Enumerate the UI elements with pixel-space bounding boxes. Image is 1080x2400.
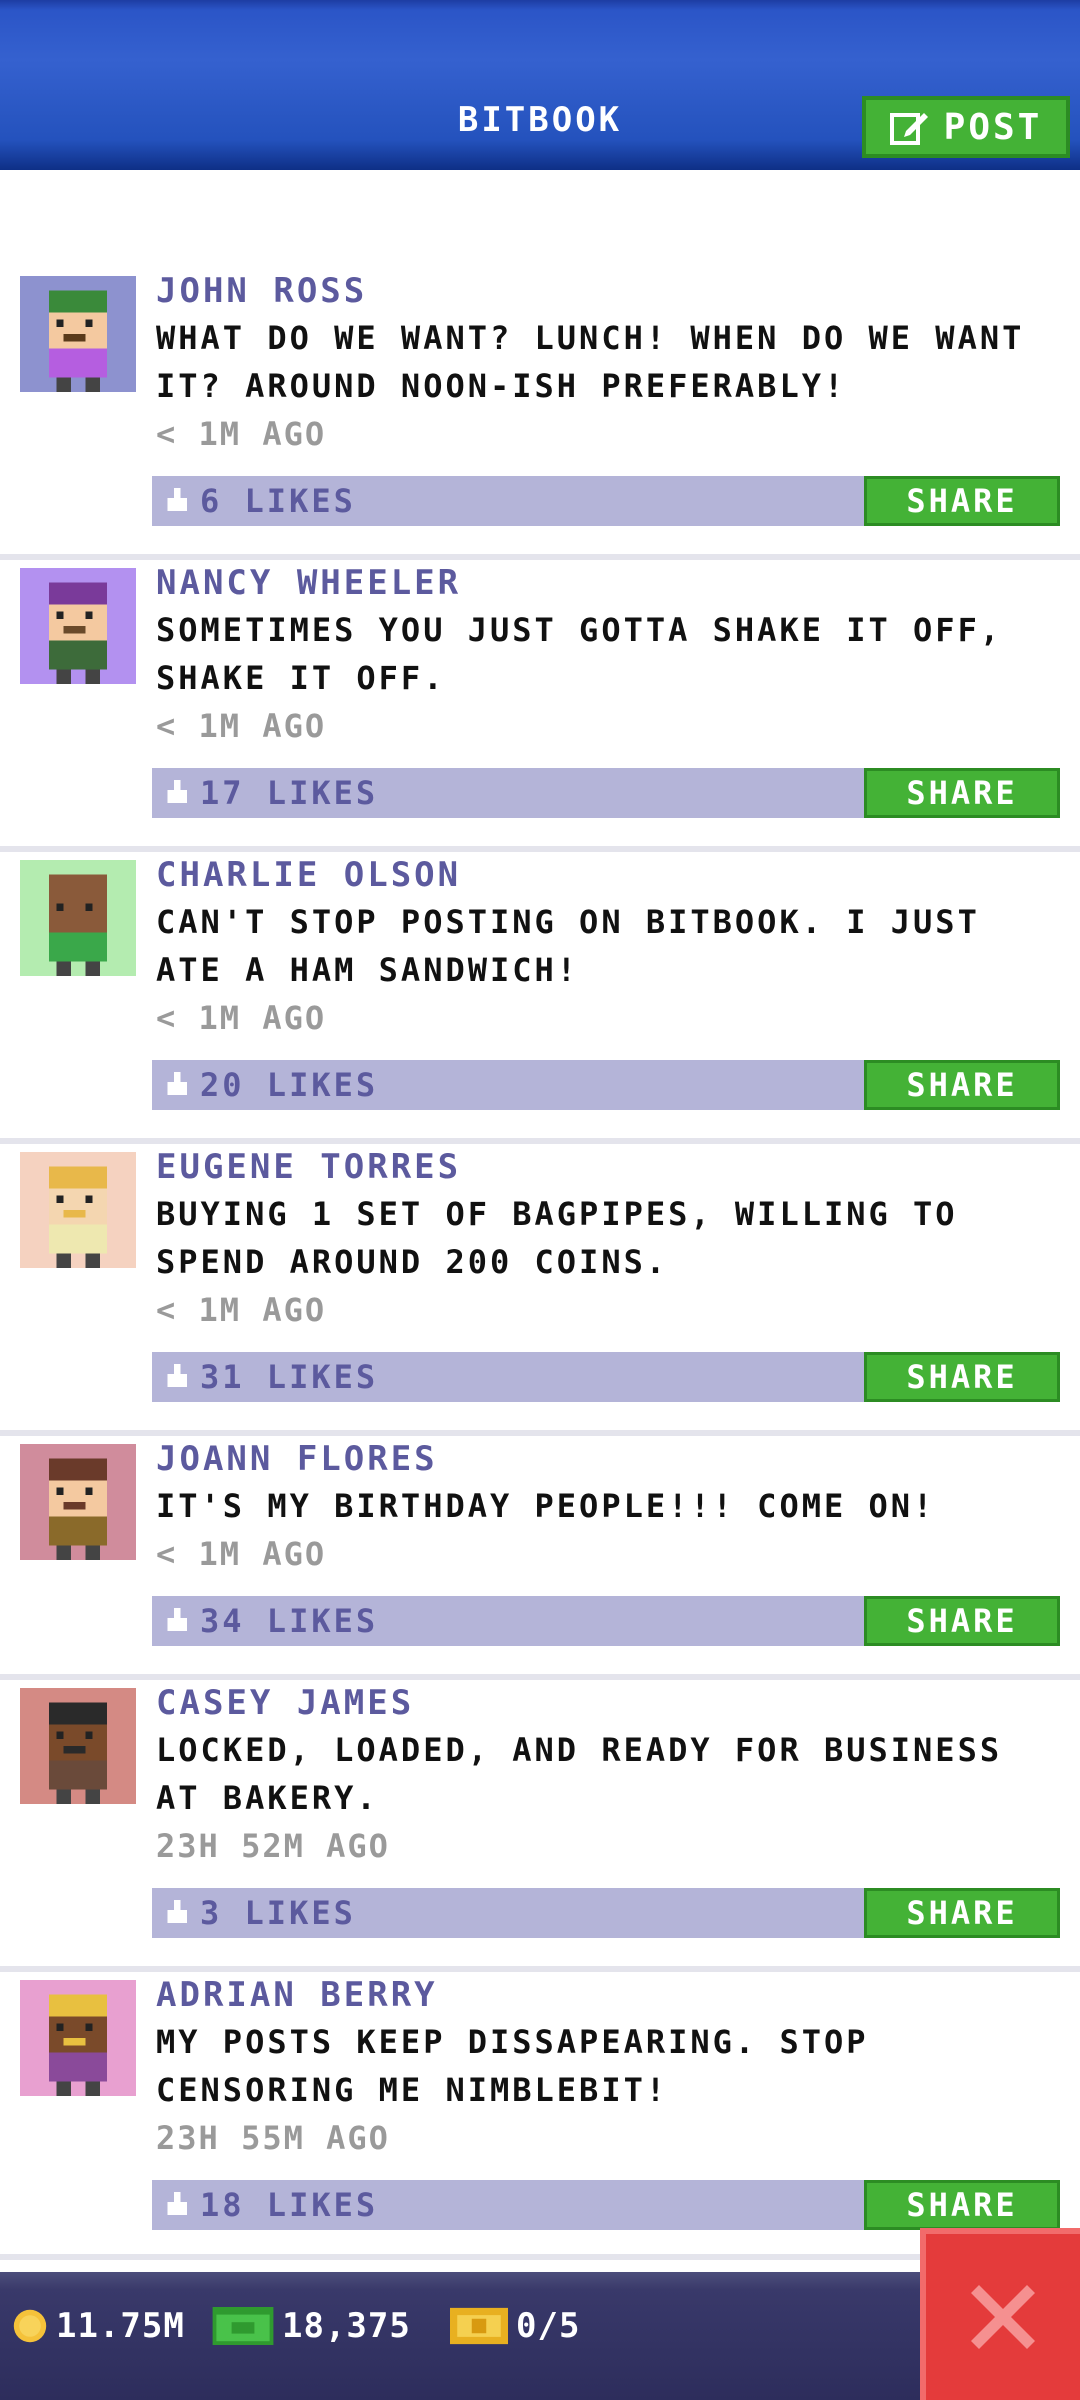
- thumbs-up-icon: [167, 1072, 187, 1095]
- tickets-value: 0/5: [516, 2306, 581, 2346]
- post-body: ADRIAN BERRY MY POSTS KEEP DISSAPEARING. …: [156, 1972, 1062, 2162]
- app-header: BITBOOK POST: [0, 0, 1080, 170]
- avatar[interactable]: [20, 1980, 136, 2096]
- post-button[interactable]: POST: [862, 96, 1070, 158]
- post-timestamp: < 1M AGO: [156, 707, 327, 745]
- post-item: CASEY JAMES LOCKED, LOADED, AND READY FOR…: [0, 1680, 1080, 1972]
- like-button[interactable]: 3 LIKES: [164, 1888, 356, 1938]
- post-body: NANCY WHEELER SOMETIMES YOU JUST GOTTA SH…: [156, 560, 1062, 750]
- share-button[interactable]: SHARE: [864, 2180, 1060, 2230]
- thumbs-up-icon: [167, 488, 187, 511]
- post-timestamp: < 1M AGO: [156, 1535, 327, 1573]
- avatar[interactable]: [20, 860, 136, 976]
- post-item: NANCY WHEELER SOMETIMES YOU JUST GOTTA SH…: [0, 560, 1080, 852]
- post-timestamp: < 1M AGO: [156, 999, 327, 1037]
- post-body: JOHN ROSS WHAT DO WE WANT? LUNCH! WHEN DO…: [156, 268, 1062, 458]
- tickets-stat: 0/5: [450, 2298, 580, 2354]
- post-action-bar: 31 LIKES SHARE: [152, 1352, 1060, 1402]
- post-item: JOHN ROSS WHAT DO WE WANT? LUNCH! WHEN DO…: [0, 268, 1080, 560]
- likes-count: 17 LIKES: [200, 774, 379, 812]
- likes-count: 18 LIKES: [200, 2186, 379, 2224]
- post-timestamp: < 1M AGO: [156, 1291, 327, 1329]
- avatar[interactable]: [20, 1152, 136, 1268]
- close-icon: [971, 2285, 1035, 2349]
- avatar[interactable]: [20, 568, 136, 684]
- post-author[interactable]: NANCY WHEELER: [156, 560, 1062, 606]
- post-action-bar: 17 LIKES SHARE: [152, 768, 1060, 818]
- post-author[interactable]: JOANN FLORES: [156, 1436, 1062, 1482]
- post-message: IT'S MY BIRTHDAY PEOPLE!!! COME ON!: [156, 1487, 936, 1525]
- post-author[interactable]: CHARLIE OLSON: [156, 852, 1062, 898]
- like-button[interactable]: 6 LIKES: [164, 476, 356, 526]
- share-button[interactable]: SHARE: [864, 1888, 1060, 1938]
- post-action-bar: 6 LIKES SHARE: [152, 476, 1060, 526]
- post-message: WHAT DO WE WANT? LUNCH! WHEN DO WE WANT …: [156, 319, 1025, 405]
- share-button[interactable]: SHARE: [864, 1060, 1060, 1110]
- post-body: EUGENE TORRES BUYING 1 SET OF BAGPIPES, W…: [156, 1144, 1062, 1334]
- share-button[interactable]: SHARE: [864, 768, 1060, 818]
- bux-icon: [212, 2307, 274, 2345]
- avatar[interactable]: [20, 276, 136, 392]
- post-timestamp: 23H 55M AGO: [156, 2119, 390, 2157]
- thumbs-up-icon: [167, 1900, 187, 1923]
- post-item: CHARLIE OLSON CAN'T STOP POSTING ON BITBO…: [0, 852, 1080, 1144]
- thumbs-up-icon: [167, 2192, 187, 2215]
- post-item: ADRIAN BERRY MY POSTS KEEP DISSAPEARING. …: [0, 1972, 1080, 2260]
- post-action-bar: 34 LIKES SHARE: [152, 1596, 1060, 1646]
- post-action-bar: 3 LIKES SHARE: [152, 1888, 1060, 1938]
- post-message: BUYING 1 SET OF BAGPIPES, WILLING TO SPE…: [156, 1195, 958, 1281]
- post-author[interactable]: ADRIAN BERRY: [156, 1972, 1062, 2018]
- likes-count: 31 LIKES: [200, 1358, 379, 1396]
- post-body: CHARLIE OLSON CAN'T STOP POSTING ON BITBO…: [156, 852, 1062, 1042]
- post-message: CAN'T STOP POSTING ON BITBOOK. I JUST AT…: [156, 903, 980, 989]
- thumbs-up-icon: [167, 1608, 187, 1631]
- bux-stat: 18,375: [212, 2298, 411, 2354]
- post-action-bar: 20 LIKES SHARE: [152, 1060, 1060, 1110]
- edit-icon: [889, 113, 928, 145]
- like-button[interactable]: 18 LIKES: [164, 2180, 378, 2230]
- coins-stat: 11.75M: [12, 2298, 185, 2354]
- post-feed[interactable]: JOHN ROSS WHAT DO WE WANT? LUNCH! WHEN DO…: [0, 268, 1080, 2260]
- coins-value: 11.75M: [56, 2306, 185, 2346]
- post-body: JOANN FLORES IT'S MY BIRTHDAY PEOPLE!!! C…: [156, 1436, 1062, 1578]
- share-button[interactable]: SHARE: [864, 476, 1060, 526]
- likes-count: 20 LIKES: [200, 1066, 379, 1104]
- thumbs-up-icon: [167, 780, 187, 803]
- like-button[interactable]: 20 LIKES: [164, 1060, 378, 1110]
- post-action-bar: 18 LIKES SHARE: [152, 2180, 1060, 2230]
- post-body: CASEY JAMES LOCKED, LOADED, AND READY FOR…: [156, 1680, 1062, 1870]
- like-button[interactable]: 31 LIKES: [164, 1352, 378, 1402]
- post-timestamp: 23H 52M AGO: [156, 1827, 390, 1865]
- post-item: EUGENE TORRES BUYING 1 SET OF BAGPIPES, W…: [0, 1144, 1080, 1436]
- post-item: JOANN FLORES IT'S MY BIRTHDAY PEOPLE!!! C…: [0, 1436, 1080, 1680]
- ticket-icon: [450, 2307, 508, 2345]
- share-button[interactable]: SHARE: [864, 1596, 1060, 1646]
- post-author[interactable]: EUGENE TORRES: [156, 1144, 1062, 1190]
- status-bar: 11.75M 18,375 0/5: [0, 2272, 1080, 2400]
- likes-count: 34 LIKES: [200, 1602, 379, 1640]
- bux-value: 18,375: [282, 2306, 411, 2346]
- close-button[interactable]: [920, 2228, 1080, 2400]
- post-author[interactable]: JOHN ROSS: [156, 268, 1062, 314]
- like-button[interactable]: 17 LIKES: [164, 768, 378, 818]
- likes-count: 6 LIKES: [200, 482, 356, 520]
- avatar[interactable]: [20, 1444, 136, 1560]
- post-message: MY POSTS KEEP DISSAPEARING. STOP CENSORI…: [156, 2023, 869, 2109]
- like-button[interactable]: 34 LIKES: [164, 1596, 378, 1646]
- thumbs-up-icon: [167, 1364, 187, 1387]
- avatar[interactable]: [20, 1688, 136, 1804]
- post-author[interactable]: CASEY JAMES: [156, 1680, 1062, 1726]
- post-timestamp: < 1M AGO: [156, 415, 327, 453]
- post-message: SOMETIMES YOU JUST GOTTA SHAKE IT OFF, S…: [156, 611, 1003, 697]
- coin-icon: [13, 2309, 47, 2343]
- share-button[interactable]: SHARE: [864, 1352, 1060, 1402]
- likes-count: 3 LIKES: [200, 1894, 356, 1932]
- post-message: LOCKED, LOADED, AND READY FOR BUSINESS A…: [156, 1731, 1003, 1817]
- post-button-label: POST: [943, 106, 1043, 148]
